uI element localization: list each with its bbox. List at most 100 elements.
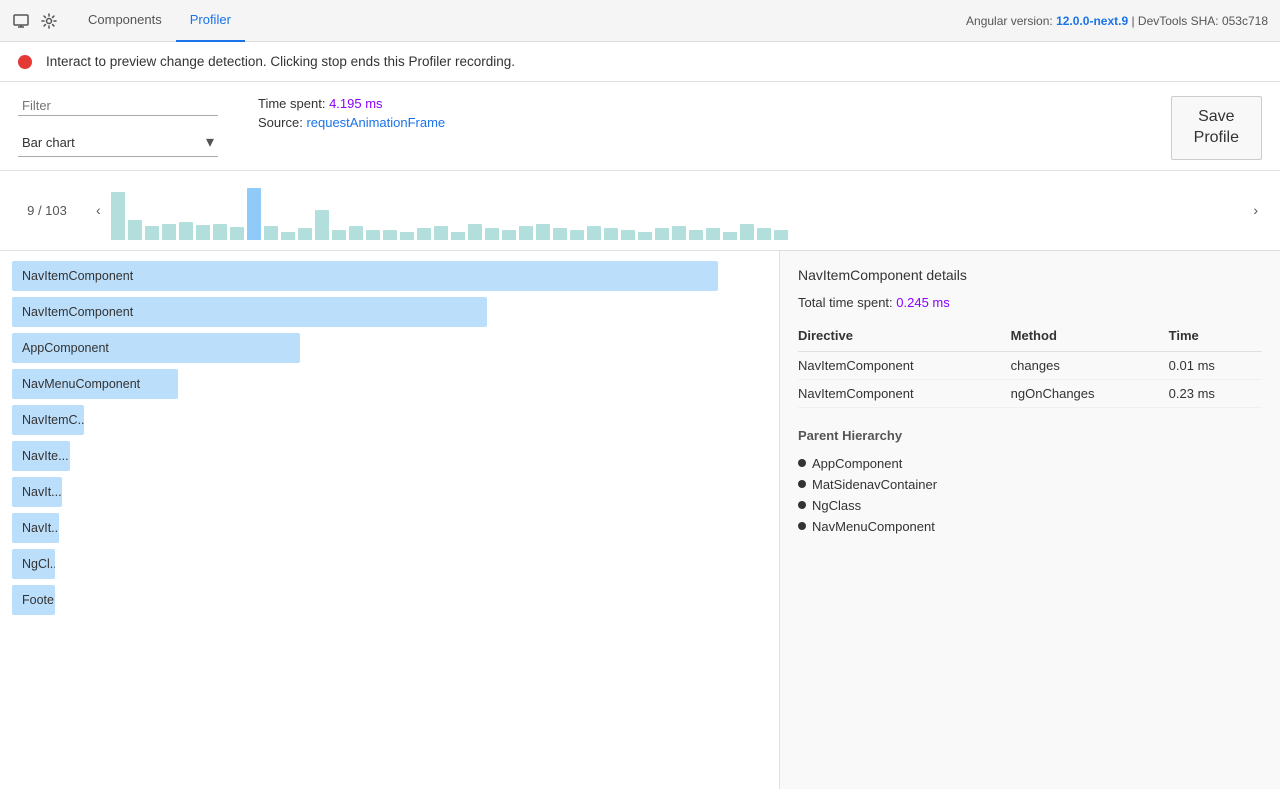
list-item: NavMenuComponent <box>798 516 1262 537</box>
table-row: NavItemComponentchanges0.01 ms <box>798 351 1262 379</box>
bullet-icon <box>798 459 806 467</box>
table-cell-directive: NavItemComponent <box>798 379 1011 407</box>
list-item: NavItemComponent <box>12 261 767 291</box>
chart-bar[interactable] <box>638 232 652 240</box>
chart-bar[interactable] <box>706 228 720 240</box>
chart-bar[interactable] <box>570 230 584 240</box>
total-time-value: 0.245 ms <box>896 295 949 310</box>
chart-bar[interactable] <box>111 192 125 240</box>
chart-bar[interactable] <box>553 228 567 240</box>
chart-bar[interactable] <box>434 226 448 240</box>
table-header: Method <box>1011 324 1169 352</box>
gear-icon[interactable] <box>40 12 58 30</box>
tab-components[interactable]: Components <box>74 0 176 42</box>
chart-bar[interactable] <box>604 228 618 240</box>
component-bar-item[interactable]: NavItemC... <box>12 405 84 435</box>
bullet-icon <box>798 501 806 509</box>
screen-icon[interactable] <box>12 12 30 30</box>
chart-bar[interactable] <box>247 188 261 240</box>
chart-bar[interactable] <box>315 210 329 240</box>
bars-container <box>111 180 1244 240</box>
details-table: DirectiveMethodTimeNavItemComponentchang… <box>798 324 1262 408</box>
chart-bar[interactable] <box>264 226 278 240</box>
list-item: NavIt... <box>12 477 767 507</box>
banner-message: Interact to preview change detection. Cl… <box>46 54 515 69</box>
component-bar-item[interactable]: NavIt... <box>12 513 59 543</box>
component-bar-item[interactable]: NavMenuComponent <box>12 369 178 399</box>
chart-bar[interactable] <box>519 226 533 240</box>
component-bar-item[interactable]: NgCl... <box>12 549 55 579</box>
recording-banner: Interact to preview change detection. Cl… <box>0 42 1280 82</box>
time-info: Time spent: 4.195 ms Source: requestAnim… <box>258 96 445 134</box>
list-item: NavIte... <box>12 441 767 471</box>
component-bar-item[interactable]: NavItemComponent <box>12 297 487 327</box>
chart-bar[interactable] <box>417 228 431 240</box>
top-bar-icons <box>12 12 58 30</box>
chevron-down-icon: ▾ <box>206 132 214 152</box>
chart-type-label: Bar chart <box>22 135 75 150</box>
total-time-label: Total time spent: <box>798 295 893 310</box>
component-bar-item[interactable]: NavItemComponent <box>12 261 718 291</box>
table-cell-time: 0.01 ms <box>1169 351 1262 379</box>
chart-bar[interactable] <box>587 226 601 240</box>
chart-bar[interactable] <box>723 232 737 240</box>
chart-bar[interactable] <box>689 230 703 240</box>
chart-bar[interactable] <box>179 222 193 240</box>
chart-type-select[interactable]: Bar chart ▾ <box>18 128 218 157</box>
parent-list: AppComponentMatSidenavContainerNgClassNa… <box>798 453 1262 537</box>
controls-bar: Bar chart ▾ Time spent: 4.195 ms Source:… <box>0 82 1280 171</box>
chart-bar[interactable] <box>468 224 482 240</box>
chart-bar[interactable] <box>400 232 414 240</box>
chart-bar[interactable] <box>281 232 295 240</box>
left-panel: NavItemComponent NavItemComponent AppCompo… <box>0 251 780 789</box>
filter-input[interactable] <box>18 96 218 116</box>
component-details-title: NavItemComponent details <box>798 267 1262 283</box>
component-bar-item[interactable]: NavIte... <box>12 441 70 471</box>
chart-area: 9 / 103 ‹ › <box>0 171 1280 251</box>
chart-bar[interactable] <box>655 228 669 240</box>
chart-bar[interactable] <box>774 230 788 240</box>
list-item: Foote... <box>12 585 767 615</box>
chart-bar[interactable] <box>536 224 550 240</box>
chart-bar[interactable] <box>740 224 754 240</box>
chart-bar[interactable] <box>621 230 635 240</box>
chart-bar[interactable] <box>298 228 312 240</box>
save-profile-button[interactable]: SaveProfile <box>1171 96 1262 160</box>
chart-bar[interactable] <box>332 230 346 240</box>
right-panel: NavItemComponent details Total time spen… <box>780 251 1280 789</box>
table-cell-time: 0.23 ms <box>1169 379 1262 407</box>
parent-name: NavMenuComponent <box>812 519 935 534</box>
chart-bar[interactable] <box>230 227 244 240</box>
prev-chart-button[interactable]: ‹ <box>86 202 111 218</box>
chart-bar[interactable] <box>366 230 380 240</box>
chart-bar[interactable] <box>128 220 142 240</box>
table-row: NavItemComponentngOnChanges0.23 ms <box>798 379 1262 407</box>
table-header: Directive <box>798 324 1011 352</box>
version-value: 12.0.0-next.9 <box>1056 14 1128 28</box>
chart-bar[interactable] <box>196 225 210 240</box>
component-bar-item[interactable]: Foote... <box>12 585 55 615</box>
list-item: AppComponent <box>12 333 767 363</box>
table-cell-method: changes <box>1011 351 1169 379</box>
chart-bar[interactable] <box>383 230 397 240</box>
component-bar-item[interactable]: AppComponent <box>12 333 300 363</box>
top-bar: Components Profiler Angular version: 12.… <box>0 0 1280 42</box>
chart-bar[interactable] <box>672 226 686 240</box>
component-bar-item[interactable]: NavIt... <box>12 477 62 507</box>
list-item: NgClass <box>798 495 1262 516</box>
list-item: NavItemC... <box>12 405 767 435</box>
chart-bar[interactable] <box>757 228 771 240</box>
next-chart-button[interactable]: › <box>1243 202 1268 218</box>
chart-bar[interactable] <box>451 232 465 240</box>
chart-bar[interactable] <box>485 228 499 240</box>
list-item: NavIt... <box>12 513 767 543</box>
chart-bar[interactable] <box>145 226 159 240</box>
recording-dot <box>18 55 32 69</box>
chart-bar[interactable] <box>213 224 227 240</box>
table-cell-directive: NavItemComponent <box>798 351 1011 379</box>
chart-bar[interactable] <box>502 230 516 240</box>
tab-profiler[interactable]: Profiler <box>176 0 245 42</box>
parent-name: NgClass <box>812 498 861 513</box>
chart-bar[interactable] <box>349 226 363 240</box>
chart-bar[interactable] <box>162 224 176 240</box>
